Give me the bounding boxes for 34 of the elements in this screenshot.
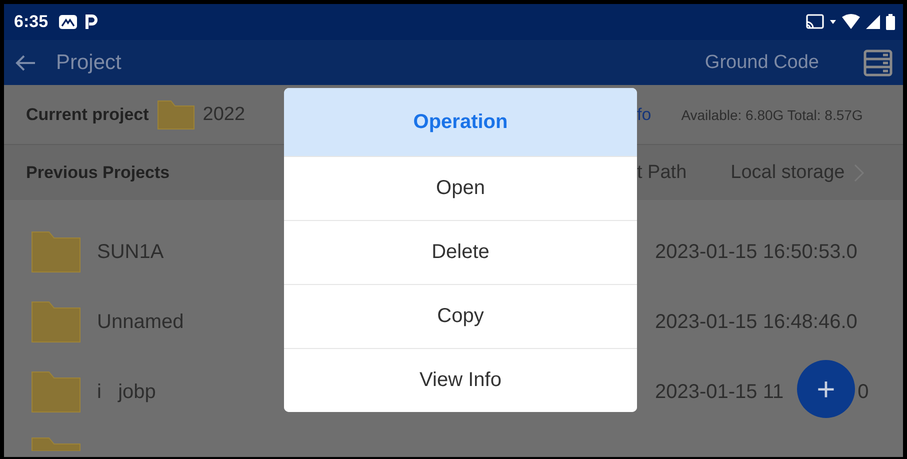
- folder-icon: [156, 100, 195, 130]
- dialog-title: Operation: [284, 88, 637, 156]
- wifi-icon: [842, 14, 860, 30]
- project-name[interactable]: i jobp: [97, 380, 156, 404]
- folder-icon[interactable]: [31, 371, 81, 413]
- add-button[interactable]: +: [797, 360, 855, 418]
- previous-projects-label: Previous Projects: [26, 162, 170, 182]
- status-time: 6:35: [14, 12, 48, 32]
- battery-icon: [886, 14, 895, 30]
- current-project-label: Current project: [26, 104, 149, 124]
- project-name[interactable]: SUN1A: [97, 240, 164, 264]
- signal-icon: [866, 14, 880, 30]
- folder-icon[interactable]: [31, 437, 81, 451]
- folder-icon[interactable]: [31, 231, 81, 273]
- project-date: 2023-01-15 16:48:46.0: [655, 310, 858, 334]
- ground-code-button[interactable]: Ground Code: [700, 50, 823, 76]
- cast-icon: [806, 14, 824, 30]
- server-list-icon[interactable]: [863, 48, 893, 76]
- project-date: 2023-01-15 11: [655, 380, 784, 404]
- gallery-icon: [58, 14, 78, 30]
- storage-info: Available: 6.80G Total: 8.57G: [681, 106, 863, 122]
- folder-icon[interactable]: [31, 301, 81, 343]
- storage-location[interactable]: Local storage: [730, 162, 845, 184]
- back-arrow-icon[interactable]: [14, 54, 36, 72]
- info-link[interactable]: fo: [637, 104, 652, 124]
- current-project-name: 2022: [202, 104, 246, 126]
- parking-icon: [84, 14, 98, 30]
- project-date: 2023-01-15 16:50:53.0: [655, 240, 858, 264]
- menu-option[interactable]: View Info: [284, 348, 637, 412]
- project-date: 0: [858, 380, 869, 404]
- page-title: Project: [56, 50, 122, 74]
- project-name[interactable]: Unnamed: [97, 310, 184, 334]
- path-label: t Path: [637, 162, 687, 184]
- data-arrow-icon: [830, 19, 836, 25]
